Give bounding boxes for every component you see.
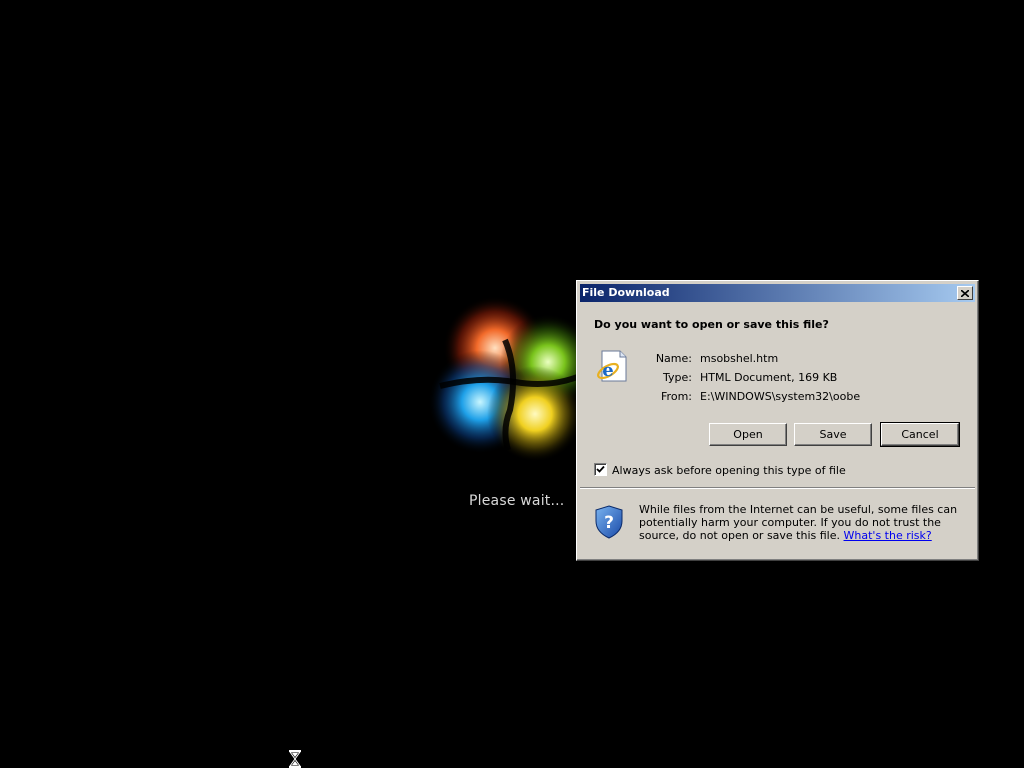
please-wait-text: Please wait... — [469, 493, 565, 509]
close-icon — [961, 289, 969, 297]
from-value: E:\WINDOWS\system32\oobe — [700, 390, 861, 403]
open-button[interactable]: Open — [709, 423, 787, 446]
dialog-separator — [580, 487, 975, 489]
svg-text:e: e — [602, 360, 613, 381]
dialog-titlebar[interactable]: File Download — [580, 284, 975, 302]
type-value: HTML Document, 169 KB — [700, 371, 838, 384]
file-download-dialog: File Download Do you want to open or sav… — [576, 280, 979, 561]
checkmark-icon — [596, 465, 605, 473]
hourglass-icon — [289, 750, 301, 768]
cancel-button[interactable]: Cancel — [880, 422, 960, 447]
desktop: Please wait... File Download Do you want… — [0, 0, 1024, 768]
name-value: msobshel.htm — [700, 352, 779, 365]
windows-logo-icon — [428, 296, 596, 462]
save-button[interactable]: Save — [794, 423, 872, 446]
dialog-question: Do you want to open or save this file? — [594, 318, 829, 331]
always-ask-checkbox[interactable] — [594, 463, 607, 476]
svg-text:?: ? — [604, 513, 614, 533]
whats-the-risk-link[interactable]: What's the risk? — [844, 529, 932, 542]
always-ask-label[interactable]: Always ask before opening this type of f… — [612, 464, 846, 477]
shield-question-icon: ? — [595, 505, 623, 539]
name-label: Name: — [655, 352, 692, 365]
warning-message: While files from the Internet can be use… — [639, 503, 969, 542]
from-label: From: — [661, 390, 692, 403]
dialog-title: File Download — [582, 286, 670, 299]
close-button[interactable] — [957, 286, 973, 300]
type-label: Type: — [663, 371, 692, 384]
